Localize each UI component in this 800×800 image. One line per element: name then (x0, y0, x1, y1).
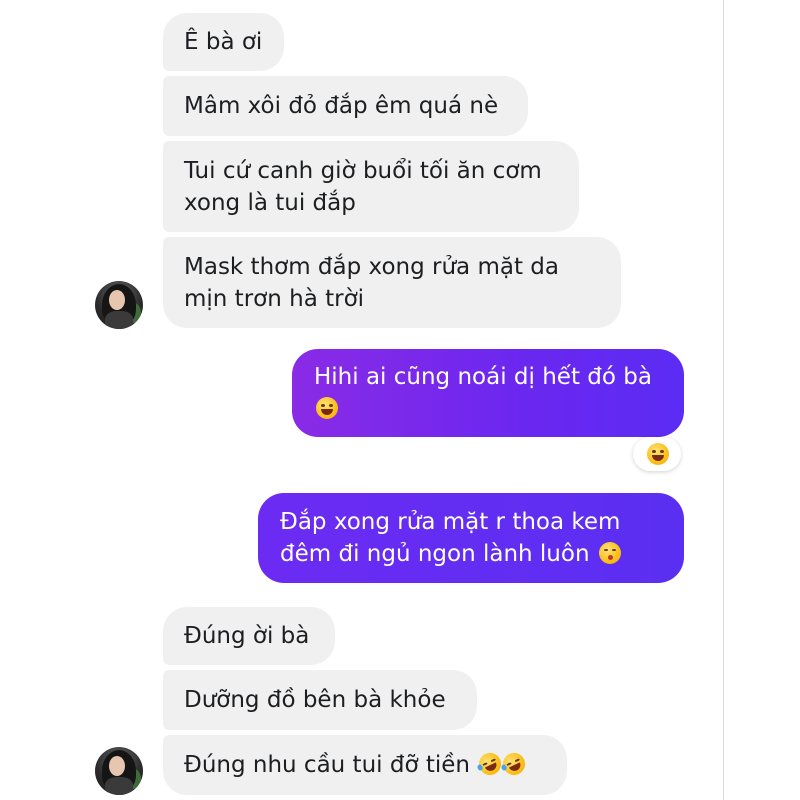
message-text-line: Hihi ai cũng noái dị hết đó bà (314, 364, 652, 390)
outgoing-message-bubble[interactable]: Đắp xong rửa mặt r thoa kem đêm đi ngủ n… (258, 493, 684, 583)
message-emoji-line (314, 393, 662, 425)
incoming-message-bubble[interactable]: Đúng ời bà (163, 607, 335, 665)
message-text-line: Đắp xong rửa mặt r thoa kem (280, 509, 621, 535)
incoming-message-bubble[interactable]: Mask thơm đắp xong rửa mặt da mịn trơn h… (163, 237, 621, 328)
chat-panel-border (723, 0, 724, 800)
laughing-emoji-icon (647, 443, 669, 465)
message-text: Ê bà ơi (184, 29, 263, 55)
message-text-line: mịn trơn hà trời (184, 285, 365, 312)
message-text: Mâm xôi đỏ đắp êm quá nè (184, 93, 499, 119)
incoming-message-bubble[interactable]: Đúng nhu cầu tui đỡ tiền (163, 735, 567, 795)
message-text-line: Tui cứ canh giờ buổi tối ăn cơm (184, 157, 542, 184)
incoming-message-bubble[interactable]: Tui cứ canh giờ buổi tối ăn cơm xong là … (163, 141, 579, 232)
outgoing-message-bubble[interactable]: Hihi ai cũng noái dị hết đó bà (292, 349, 684, 437)
message-text-line: xong là tui đắp (184, 189, 356, 216)
kissing-emoji-icon (598, 542, 621, 564)
message-text-line-with-emoji: đêm đi ngủ ngon lành luôn (280, 538, 662, 570)
laughing-emoji-icon (316, 397, 338, 419)
message-reaction[interactable] (633, 437, 681, 471)
contact-avatar[interactable] (95, 747, 143, 795)
incoming-message-bubble[interactable]: Dưỡng đồ bên bà khỏe (163, 670, 477, 730)
message-text: Đúng ời bà (184, 623, 310, 649)
message-text: Dưỡng đồ bên bà khỏe (184, 687, 446, 713)
incoming-message-bubble[interactable]: Mâm xôi đỏ đắp êm quá nè (163, 76, 528, 136)
message-text: đêm đi ngủ ngon lành luôn (280, 541, 590, 567)
incoming-message-bubble[interactable]: Ê bà ơi (163, 13, 284, 71)
rofl-emoji-icon (475, 749, 505, 779)
message-text: Đúng nhu cầu tui đỡ tiền (184, 752, 470, 778)
contact-avatar[interactable] (95, 281, 143, 329)
message-text-line-with-emoji: Đúng nhu cầu tui đỡ tiền (184, 749, 546, 781)
message-text-line: Mask thơm đắp xong rửa mặt da (184, 253, 559, 280)
rofl-emoji-icon (499, 749, 529, 779)
